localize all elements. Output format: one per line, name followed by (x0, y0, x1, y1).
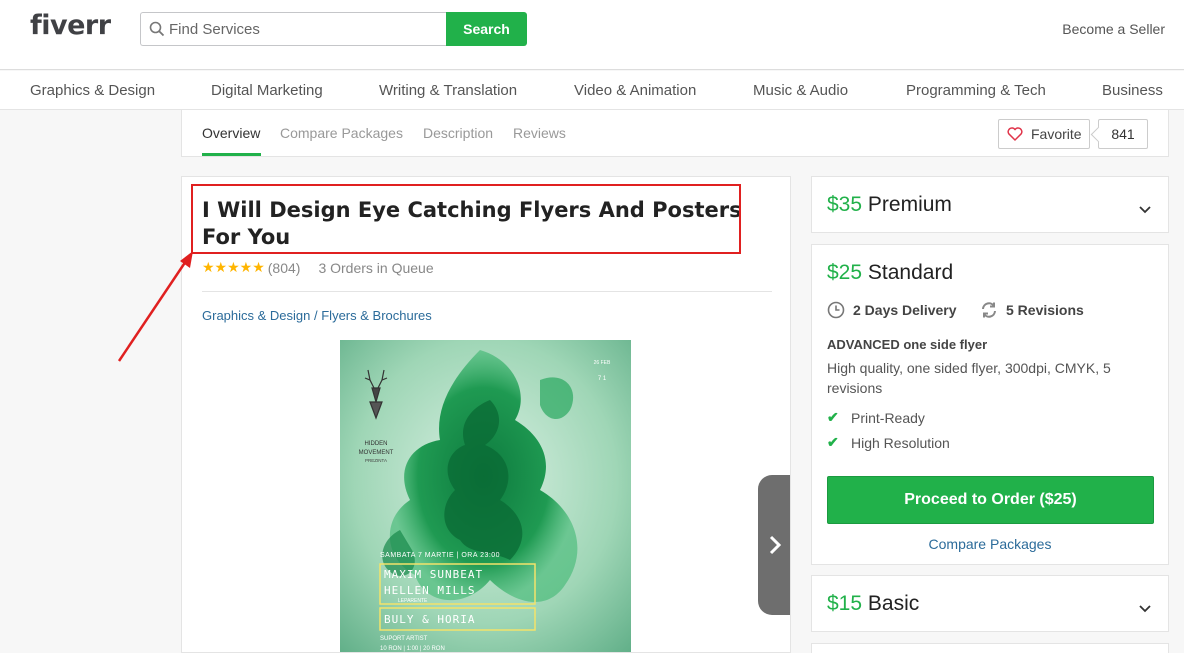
check-icon: ✔ (827, 434, 839, 450)
category-business[interactable]: Business (1102, 82, 1163, 99)
category-video-animation[interactable]: Video & Animation (574, 82, 696, 99)
poster-corner-mid: 7 1 (598, 376, 607, 382)
check-icon: ✔ (827, 409, 839, 425)
category-nav: Graphics & Design Digital Marketing Writ… (0, 71, 1184, 110)
basic-price: $15 (827, 592, 863, 615)
package-standard: $25 Standard 2 Days Delivery 5 Revisions… (811, 244, 1169, 565)
poster-corner-top: 26 FEB (594, 360, 611, 366)
gig-rating: ★★★★★ (804) 3 Orders in Queue (202, 259, 434, 276)
gallery-next-button[interactable] (758, 475, 790, 615)
category-music-audio[interactable]: Music & Audio (753, 82, 848, 99)
premium-header: $35 Premium (827, 193, 952, 217)
tab-overview[interactable]: Overview (202, 125, 260, 141)
search-input[interactable] (169, 13, 439, 45)
refresh-icon (982, 302, 996, 318)
revisions-count: 5 Revisions (1006, 302, 1084, 318)
top-header: fiverr Search Become a Seller (0, 0, 1184, 70)
delivery-info: 2 Days Delivery (827, 301, 957, 319)
chevron-down-icon[interactable] (1138, 203, 1152, 217)
proceed-to-order-button[interactable]: Proceed to Order ($25) (827, 476, 1154, 524)
poster-brand-2: MOVEMENT (359, 450, 394, 456)
become-seller-link[interactable]: Become a Seller (1062, 21, 1165, 37)
poster-brand-3: PREZINTA (365, 458, 387, 463)
annotation-arrow-icon (117, 251, 193, 362)
feature-label: High Resolution (851, 434, 950, 451)
clock-icon (827, 301, 845, 319)
premium-name: Premium (867, 193, 952, 216)
poster-brand-1: HIDDEN (364, 441, 387, 447)
package-next-card-edge (811, 643, 1169, 653)
chevron-down-icon[interactable] (1138, 602, 1152, 616)
poster-artist-3: BULY & HORIA (384, 613, 475, 626)
package-title: ADVANCED one side flyer (827, 337, 988, 352)
gig-subnav: Overview Compare Packages Description Re… (181, 110, 1169, 157)
poster-artist-2: HELLEN MILLS (384, 584, 475, 597)
favorite-button[interactable]: Favorite (998, 119, 1090, 149)
category-writing-translation[interactable]: Writing & Translation (379, 82, 517, 99)
package-basic[interactable]: $15 Basic (811, 575, 1169, 632)
search-box (140, 12, 447, 46)
premium-price: $35 (827, 193, 863, 216)
poster-date: SAMBATA 7 MARTIE | ORA 23:00 (380, 552, 500, 559)
category-digital-marketing[interactable]: Digital Marketing (211, 82, 323, 99)
tab-compare-packages[interactable]: Compare Packages (280, 125, 403, 141)
breadcrumb: Graphics & Design / Flyers & Brochures (202, 308, 432, 323)
delivery-days: 2 Days Delivery (853, 302, 957, 318)
breadcrumb-separator: / (310, 308, 322, 323)
feature-label: Print-Ready (851, 409, 925, 426)
standard-price: $25 (827, 261, 863, 284)
package-description: High quality, one sided flyer, 300dpi, C… (827, 360, 1111, 396)
standard-name: Standard (867, 261, 954, 284)
rating-count[interactable]: (804) (268, 260, 301, 276)
poster-footer-1: SUPORT ARTIST (380, 636, 428, 642)
feature-high-resolution: ✔ High Resolution (827, 434, 950, 451)
search-button[interactable]: Search (446, 12, 527, 46)
favorite-label: Favorite (1031, 126, 1082, 142)
category-programming-tech[interactable]: Programming & Tech (906, 82, 1046, 99)
chevron-right-icon (769, 535, 782, 555)
package-premium[interactable]: $35 Premium (811, 176, 1169, 233)
favorite-count: 841 (1098, 119, 1148, 149)
rating-stars: ★★★★★ (202, 259, 265, 275)
basic-header: $15 Basic (827, 592, 919, 616)
gig-poster-image[interactable]: HIDDEN MOVEMENT PREZINTA 26 FEB 7 1 SAMB… (340, 340, 631, 653)
breadcrumb-category[interactable]: Graphics & Design (202, 308, 310, 323)
orders-in-queue: 3 Orders in Queue (318, 259, 434, 276)
active-tab-indicator (202, 153, 261, 156)
search-icon (149, 21, 165, 37)
feature-print-ready: ✔ Print-Ready (827, 409, 925, 426)
poster-artist-2-sub: LEPARENTE (398, 598, 428, 604)
fiverr-logo[interactable]: fiverr (30, 10, 111, 41)
breadcrumb-subcategory[interactable]: Flyers & Brochures (321, 308, 432, 323)
compare-packages-link[interactable]: Compare Packages (812, 536, 1168, 552)
poster-artist-1: MAXIM SUNBEAT (384, 568, 483, 581)
poster-footer-2: 10 RON | 1:00 | 20 RON (380, 646, 445, 652)
category-graphics-design[interactable]: Graphics & Design (30, 82, 155, 99)
tab-description[interactable]: Description (423, 125, 493, 141)
revisions-info: 5 Revisions (980, 301, 1084, 319)
standard-header: $25 Standard (827, 261, 953, 285)
annotation-highlight-box (191, 184, 741, 254)
basic-name: Basic (867, 592, 920, 615)
tab-reviews[interactable]: Reviews (513, 125, 566, 141)
divider (202, 291, 772, 292)
heart-icon (1007, 127, 1023, 141)
